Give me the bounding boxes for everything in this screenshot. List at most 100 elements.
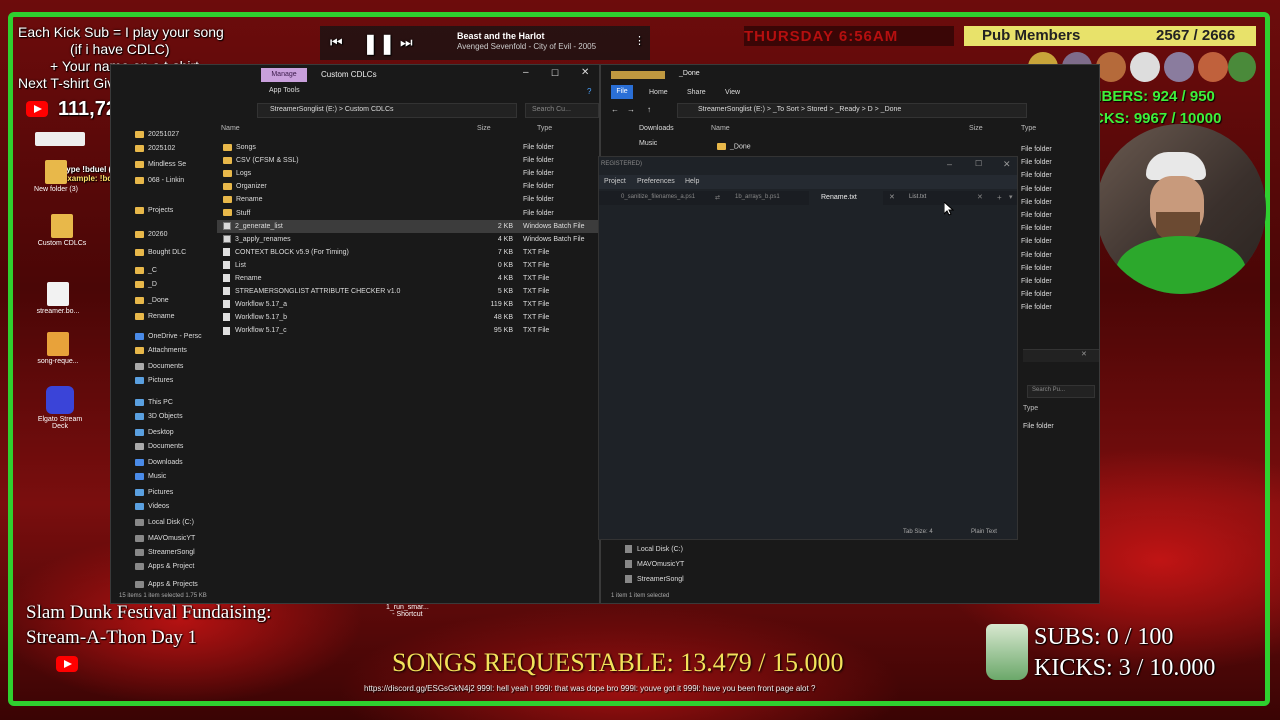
file-row[interactable]: Workflow 5.17_b 48 KB TXT File (217, 311, 601, 324)
nav-item[interactable]: Projects (135, 203, 173, 218)
desktop-icon-elgato[interactable]: Elgato Stream Deck (30, 386, 90, 430)
nav-item[interactable]: StreamerSongl (135, 545, 195, 560)
ribbon-tab-app-tools[interactable]: App Tools (269, 87, 300, 94)
file-row[interactable]: Songs File folder (217, 141, 601, 154)
forward-icon[interactable]: → (627, 105, 635, 114)
desktop-icon-custom-cdlcs[interactable]: Custom CDLCs (32, 214, 92, 247)
nav-item[interactable]: Downloads (135, 455, 183, 470)
close-icon[interactable]: ✕ (1081, 350, 1087, 358)
nav-item[interactable]: Music (135, 469, 166, 484)
ribbon-tab-view[interactable]: View (725, 89, 740, 96)
nav-local-disk[interactable]: Local Disk (C:) (625, 545, 683, 553)
address-bar[interactable]: StreamerSonglist (E:) > Custom CDLCs (257, 103, 517, 118)
minimize-icon[interactable]: – (947, 159, 952, 169)
ribbon-tab-home[interactable]: Home (649, 89, 668, 96)
nav-item[interactable]: Mindless Se (135, 157, 186, 172)
next-track-icon[interactable]: ⏭ (400, 34, 413, 51)
more-options-icon[interactable]: ⋮ (634, 34, 645, 47)
pause-icon[interactable]: ❚❚ (362, 31, 396, 56)
file-row[interactable]: 3_apply_renames 4 KB Windows Batch File (217, 233, 601, 246)
nav-item[interactable]: Rename (135, 309, 174, 324)
up-icon[interactable]: ↑ (647, 105, 651, 114)
nav-item[interactable]: 3D Objects (135, 409, 183, 424)
file-row[interactable]: Stuff File folder (217, 207, 601, 220)
file-row[interactable]: Organizer File folder (217, 180, 601, 193)
maximize-icon[interactable]: ☐ (551, 68, 559, 79)
maximize-icon[interactable]: ☐ (975, 159, 982, 168)
desktop-icon-new-folder[interactable]: New folder (3) (26, 160, 86, 193)
file-row[interactable]: Logs File folder (217, 167, 601, 180)
desktop-icon-streamer-bot[interactable]: streamer.bo... (28, 282, 88, 315)
file-row[interactable]: Rename File folder (217, 193, 601, 206)
nav-item[interactable]: _D (135, 277, 157, 292)
column-name[interactable]: Name (711, 125, 730, 132)
status-syntax[interactable]: Plain Text (971, 529, 997, 535)
desktop-shortcut[interactable]: 1_run_smar... - Shortcut (386, 604, 429, 618)
tab-list-dropdown-icon[interactable]: ▾ (1009, 193, 1013, 201)
help-icon[interactable]: ? (587, 87, 591, 96)
nav-item[interactable]: Local Disk (C:) (135, 515, 194, 530)
column-type[interactable]: Type (537, 125, 552, 132)
file-row[interactable]: CONTEXT BLOCK v5.9 (For Timing) 7 KB TXT F… (217, 246, 601, 259)
nav-music[interactable]: Music (639, 140, 657, 147)
nav-item[interactable]: Documents (135, 439, 183, 454)
column-size[interactable]: Size (477, 125, 491, 132)
close-icon[interactable]: ✕ (1003, 159, 1011, 170)
file-row[interactable]: Workflow 5.17_c 95 KB TXT File (217, 324, 601, 337)
search-input[interactable]: Search Pu... (1027, 385, 1095, 398)
column-name[interactable]: Name (221, 125, 240, 132)
file-row[interactable]: List 0 KB TXT File (217, 259, 601, 272)
nav-mavo[interactable]: MAVOmusicYT (625, 560, 684, 568)
file-row[interactable]: Rename 4 KB TXT File (217, 272, 601, 285)
new-tab-icon[interactable]: + (997, 193, 1002, 202)
nav-item[interactable]: Pictures (135, 485, 173, 500)
nav-item[interactable]: Documents (135, 359, 183, 374)
nav-item[interactable]: Apps & Projects (135, 577, 198, 592)
nav-item[interactable]: Bought DLC (135, 245, 186, 260)
back-icon[interactable]: ← (611, 105, 619, 114)
close-tab-icon[interactable]: ✕ (977, 193, 983, 201)
ribbon-tab-file[interactable]: File (611, 85, 633, 99)
nav-downloads[interactable]: Downloads (639, 125, 674, 132)
nav-streamer[interactable]: StreamerSongl (625, 575, 684, 583)
ribbon-tab-share[interactable]: Share (687, 89, 706, 96)
nav-item[interactable]: Apps & Project (135, 559, 194, 574)
file-row[interactable]: STREAMERSONGLIST ATTRIBUTE CHECKER v1.0 5… (217, 285, 601, 298)
nav-item[interactable]: Videos (135, 499, 169, 514)
minimize-icon[interactable]: – (523, 67, 529, 78)
quick-access-toolbar[interactable] (611, 71, 665, 79)
tab-list[interactable]: List.txt (909, 194, 926, 200)
nav-item[interactable]: Desktop (135, 425, 174, 440)
nav-item[interactable]: This PC (135, 395, 173, 410)
address-bar[interactable]: StreamerSonglist (E:) > _To Sort > Store… (677, 103, 1027, 118)
file-row[interactable]: CSV (CFSM & SSL) File folder (217, 154, 601, 167)
menu-preferences[interactable]: Preferences (637, 178, 675, 185)
file-row[interactable]: 2_generate_list 2 KB Windows Batch File (217, 219, 601, 233)
tab-sanitize[interactable]: 0_sanitize_filenames_a.ps1 (621, 194, 695, 200)
close-icon[interactable]: ✕ (581, 67, 589, 78)
nav-item[interactable]: 20260 (135, 227, 167, 242)
nav-item[interactable]: _Done (135, 293, 169, 308)
status-tab-size[interactable]: Tab Size: 4 (903, 529, 933, 535)
menu-project[interactable]: Project (604, 178, 626, 185)
ribbon-tab-manage[interactable]: Manage (261, 68, 307, 82)
list-item-done[interactable]: _Done (717, 143, 751, 150)
search-input[interactable]: Search Cu... (525, 103, 599, 118)
column-size[interactable]: Size (969, 125, 983, 132)
nav-item[interactable]: 20251027 (135, 127, 179, 142)
nav-item[interactable]: MAVOmusicYT (135, 531, 195, 546)
tab-rename-active[interactable]: Rename.txt ✕ (809, 191, 895, 205)
desktop-icon-song-requests[interactable]: song-reque... (28, 332, 88, 365)
nav-item[interactable]: 068 - Linkin (135, 173, 184, 188)
editor-text-area[interactable] (599, 205, 1017, 525)
nav-item[interactable]: _C (135, 263, 157, 278)
tab-arrays[interactable]: 1b_arrays_b.ps1 (735, 194, 780, 200)
menu-help[interactable]: Help (685, 178, 699, 185)
nav-item[interactable]: OneDrive - Persc (135, 329, 202, 344)
previous-track-icon[interactable]: ⏮ (330, 34, 343, 51)
column-type[interactable]: Type (1021, 125, 1036, 132)
file-row[interactable]: Workflow 5.17_a 119 KB TXT File (217, 298, 601, 311)
nav-item[interactable]: Attachments (135, 343, 187, 358)
nav-item[interactable]: 2025102 (135, 141, 175, 156)
nav-item[interactable]: Pictures (135, 373, 173, 388)
